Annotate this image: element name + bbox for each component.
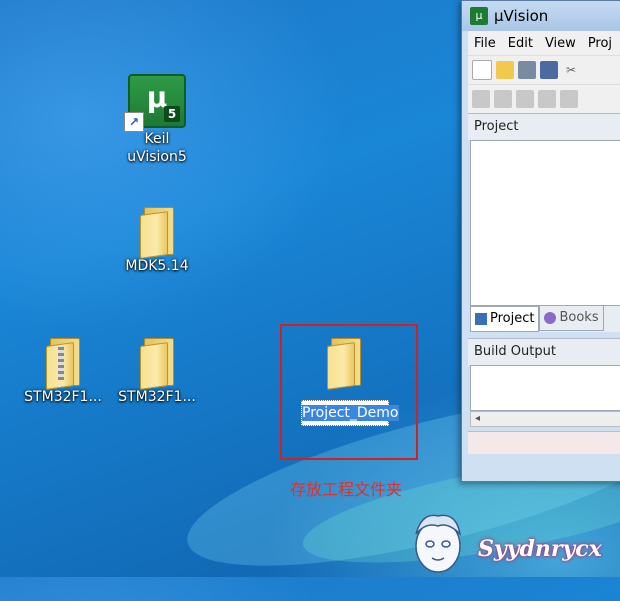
project-panel-header: Project: [468, 113, 620, 140]
build-icon[interactable]: [494, 90, 512, 108]
desktop-icon-stm32-zip[interactable]: STM32F1...: [13, 336, 113, 406]
scroll-left-icon[interactable]: ◂: [475, 413, 480, 424]
rebuild-icon[interactable]: [516, 90, 534, 108]
folder-icon: [140, 205, 174, 259]
tab-books[interactable]: Books: [539, 306, 604, 331]
folder-icon: [140, 336, 174, 390]
batch-build-icon[interactable]: [538, 90, 556, 108]
toolbar-file: ✂: [468, 55, 620, 84]
zip-folder-icon: [46, 336, 80, 390]
shortcut-arrow-icon: ↗: [124, 112, 144, 132]
desktop-icon-mdk[interactable]: MDK5.14: [107, 205, 207, 275]
project-tab-icon: [475, 313, 487, 325]
stop-build-icon[interactable]: [560, 90, 578, 108]
uvision-app-icon: μ: [470, 7, 488, 25]
desktop-icon-label: MDK5.14: [125, 258, 189, 274]
window-titlebar[interactable]: μ µVision: [462, 1, 620, 31]
desktop-icon-keil[interactable]: μ 5 ↗ Keil uVision5: [107, 74, 207, 166]
menu-file[interactable]: File: [468, 36, 502, 51]
highlight-box: [280, 324, 418, 460]
cut-icon[interactable]: ✂: [562, 61, 580, 79]
open-folder-icon[interactable]: [496, 61, 514, 79]
window-title: µVision: [494, 7, 549, 25]
uvision-window[interactable]: μ µVision File Edit View Proj ✂ Project …: [461, 0, 620, 482]
horizontal-scrollbar[interactable]: ◂: [470, 411, 620, 427]
build-output-panel[interactable]: [470, 365, 620, 411]
menu-project[interactable]: Proj: [582, 36, 618, 51]
desktop-icon-label: STM32F1...: [118, 389, 196, 405]
keil-logo-icon: μ 5 ↗: [124, 74, 186, 132]
save-icon[interactable]: [518, 61, 536, 79]
tab-label: Project: [490, 311, 535, 326]
tab-label: Books: [559, 310, 599, 325]
new-file-icon[interactable]: [472, 60, 492, 80]
watermark-text: Syydnrycx: [478, 536, 602, 562]
toolbar-build: [468, 84, 620, 113]
tab-project[interactable]: Project: [470, 306, 540, 332]
desktop-icon-label: STM32F1...: [24, 389, 102, 405]
menu-bar: File Edit View Proj: [468, 31, 620, 55]
panel-tabs: Project Books: [470, 306, 620, 332]
cartoon-avatar: [415, 514, 462, 573]
desktop-icon-stm32-folder[interactable]: STM32F1...: [107, 336, 207, 406]
build-output-header: Build Output: [468, 338, 620, 365]
desktop-icon-label: Keil uVision5: [127, 131, 187, 165]
menu-edit[interactable]: Edit: [502, 36, 539, 51]
annotation-caption: 存放工程文件夹: [290, 480, 403, 499]
menu-view[interactable]: View: [539, 36, 582, 51]
save-all-icon[interactable]: [540, 61, 558, 79]
project-panel[interactable]: [470, 140, 620, 306]
books-tab-icon: [544, 312, 557, 324]
status-bar: [468, 431, 620, 454]
translate-icon[interactable]: [472, 90, 490, 108]
